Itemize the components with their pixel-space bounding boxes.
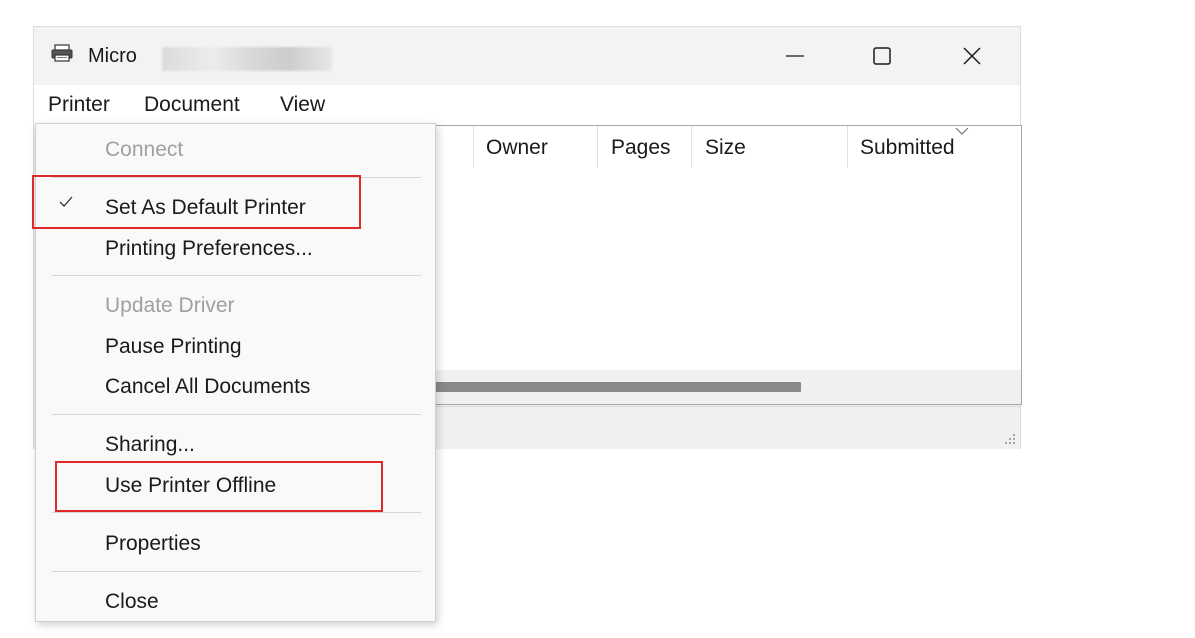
menu-separator — [52, 275, 421, 276]
menu-separator — [52, 414, 421, 415]
menu-item-cancel-all-documents[interactable]: Cancel All Documents — [105, 375, 310, 399]
resize-grip-icon[interactable] — [1002, 431, 1016, 445]
printer-icon — [51, 44, 73, 62]
window-title: Micro — [88, 45, 137, 67]
menu-item-printing-preferences[interactable]: Printing Preferences... — [105, 237, 313, 261]
column-divider[interactable] — [691, 126, 692, 168]
highlight-box-use-offline — [55, 461, 383, 512]
column-header-size[interactable]: Size — [705, 136, 746, 160]
sort-descending-icon — [955, 127, 969, 135]
menu-separator — [52, 571, 421, 572]
column-divider[interactable] — [847, 126, 848, 168]
minimize-icon — [786, 55, 804, 57]
minimize-button[interactable] — [750, 27, 840, 85]
menu-printer[interactable]: Printer — [48, 93, 110, 117]
menu-item-properties[interactable]: Properties — [105, 532, 201, 556]
column-header-owner[interactable]: Owner — [486, 136, 548, 160]
menu-view[interactable]: View — [280, 93, 325, 117]
redacted-title-text — [162, 47, 332, 71]
column-divider[interactable] — [473, 126, 474, 168]
menu-item-sharing[interactable]: Sharing... — [105, 433, 195, 457]
menu-item-update-driver[interactable]: Update Driver — [105, 294, 235, 318]
menu-bar: Printer Document View — [34, 85, 1020, 125]
close-window-button[interactable] — [927, 27, 1017, 85]
scrollbar-thumb[interactable] — [427, 382, 801, 392]
column-divider[interactable] — [597, 126, 598, 168]
menu-item-pause-printing[interactable]: Pause Printing — [105, 335, 242, 359]
highlight-box-set-default — [32, 175, 361, 229]
column-header-pages[interactable]: Pages — [611, 136, 671, 160]
menu-document[interactable]: Document — [144, 93, 240, 117]
close-icon — [963, 47, 981, 65]
menu-item-connect[interactable]: Connect — [105, 138, 183, 162]
print-queue-list[interactable]: Owner Pages Size Submitted — [426, 125, 1022, 405]
menu-separator — [52, 512, 421, 513]
maximize-button[interactable] — [837, 27, 927, 85]
menu-item-close[interactable]: Close — [105, 590, 159, 614]
column-header-submitted[interactable]: Submitted — [860, 136, 955, 160]
title-bar[interactable]: Micro — [34, 27, 1020, 85]
maximize-icon — [873, 47, 891, 65]
horizontal-scrollbar[interactable] — [427, 370, 1021, 404]
